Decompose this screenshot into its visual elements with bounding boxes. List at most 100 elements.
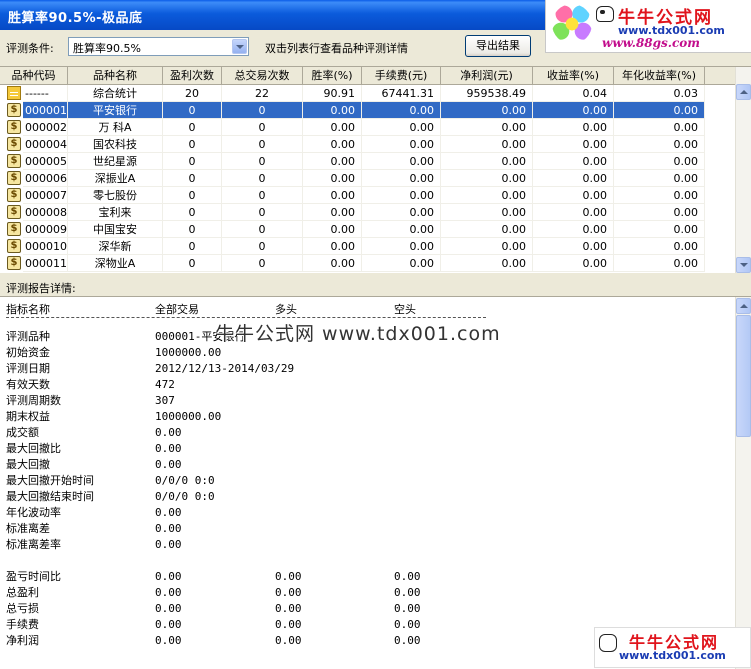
report-row: 评测日期 2012/12/13-2014/03/29	[0, 361, 735, 377]
cell-ret: 0.00	[533, 187, 614, 204]
column-header[interactable]: 盈利次数	[163, 67, 222, 84]
cell-profit: 0.00	[441, 204, 533, 221]
cell-ret: 0.00	[533, 170, 614, 187]
report-metric-name: 成交额	[6, 426, 39, 439]
cell-name: 国农科技	[68, 136, 163, 153]
cell-trades: 0	[222, 204, 303, 221]
table-row[interactable]: $000005 世纪星源 0 0 0.00 0.00 0.00 0.00 0.00	[0, 153, 705, 170]
report-metric-name: 评测品种	[6, 330, 50, 343]
cell-name: 综合统计	[68, 85, 163, 102]
logo-banner-bottom: 牛牛公式网 www.tdx001.com	[594, 627, 751, 668]
report-metric-name: 最大回撤比	[6, 442, 61, 455]
report-row: 成交额 0.00	[0, 425, 735, 441]
report-value: 0.00	[394, 618, 421, 631]
report-value: 0.00	[155, 634, 182, 647]
scroll-thumb[interactable]	[736, 315, 751, 437]
cell-ret: 0.04	[533, 85, 614, 102]
table-row[interactable]: $000009 中国宝安 0 0 0.00 0.00 0.00 0.00 0.00	[0, 221, 705, 238]
results-table[interactable]: 品种代码 品种名称 盈利次数 总交易次数 胜率(%) 手续费(元) 净利润(元) 收益率(%)…	[0, 66, 751, 273]
cell-name: 零七股份	[68, 187, 163, 204]
report-metric-name: 有效天数	[6, 378, 50, 391]
column-header[interactable]: 收益率(%)	[533, 67, 614, 84]
results-scrollbar[interactable]	[735, 67, 751, 273]
report-detail-panel[interactable]: 指标名称 全部交易 多头 空头 评测品种 000001-平安银行 初始资金 10000…	[0, 296, 751, 669]
cell-trades: 0	[222, 119, 303, 136]
cell-annual: 0.00	[614, 238, 705, 255]
cell-profit: 0.00	[441, 102, 533, 119]
report-metric-name: 最大回撤结束时间	[6, 490, 94, 503]
cell-wins: 0	[163, 170, 222, 187]
report-value: 0.00	[155, 538, 182, 551]
report-header-long: 多头	[275, 303, 297, 316]
report-row: 最大回撤比 0.00	[0, 441, 735, 457]
table-row[interactable]: $000001 平安银行 0 0 0.00 0.00 0.00 0.00 0.00	[0, 102, 705, 119]
cell-ret: 0.00	[533, 238, 614, 255]
column-header[interactable]: 总交易次数	[222, 67, 303, 84]
watermark-text: 牛牛公式网 www.tdx001.com	[215, 323, 501, 345]
table-row[interactable]: ------ 综合统计 20 22 90.91 67441.31 959538.49 0.04…	[0, 85, 705, 102]
cell-annual: 0.00	[614, 102, 705, 119]
table-row[interactable]: $000008 宝利来 0 0 0.00 0.00 0.00 0.00 0.00	[0, 204, 705, 221]
report-row: 有效天数 472	[0, 377, 735, 393]
cell-winrate: 0.00	[303, 204, 362, 221]
stock-icon: $	[7, 239, 21, 253]
report-row	[0, 553, 735, 569]
column-header[interactable]: 胜率(%)	[303, 67, 362, 84]
stock-icon: $	[7, 120, 21, 134]
report-value: 0.00	[394, 634, 421, 647]
cell-wins: 0	[163, 102, 222, 119]
cell-trades: 0	[222, 221, 303, 238]
column-header[interactable]: 品种名称	[68, 67, 163, 84]
report-value: 0.00	[155, 570, 182, 583]
report-metric-name: 总盈利	[6, 586, 39, 599]
cell-code: 000002	[23, 119, 68, 136]
cell-trades: 0	[222, 136, 303, 153]
scroll-down-button[interactable]	[736, 257, 751, 273]
report-scrollbar[interactable]	[735, 297, 751, 669]
cell-annual: 0.00	[614, 136, 705, 153]
table-row[interactable]: $000006 深振业A 0 0 0.00 0.00 0.00 0.00 0.00	[0, 170, 705, 187]
report-detail-label: 评测报告详情:	[6, 282, 76, 295]
report-metric-name: 评测周期数	[6, 394, 61, 407]
scroll-up-button[interactable]	[736, 84, 751, 100]
table-row[interactable]: $000002 万 科A 0 0 0.00 0.00 0.00 0.00 0.00	[0, 119, 705, 136]
condition-select[interactable]: 胜算率90.5%	[68, 37, 249, 56]
results-table-header: 品种代码 品种名称 盈利次数 总交易次数 胜率(%) 手续费(元) 净利润(元) 收益率(%)…	[0, 67, 735, 85]
cow-mascot-icon	[596, 6, 614, 22]
table-row[interactable]: $000011 深物业A 0 0 0.00 0.00 0.00 0.00 0.00	[0, 255, 705, 272]
report-metric-name: 期末权益	[6, 410, 50, 423]
cell-trades: 0	[222, 153, 303, 170]
report-value: 0.00	[394, 602, 421, 615]
flower-logo-icon	[552, 4, 592, 44]
cell-annual: 0.00	[614, 170, 705, 187]
report-value: 0.00	[155, 586, 182, 599]
report-row: 初始资金 1000000.00	[0, 345, 735, 361]
cell-fee: 0.00	[362, 153, 441, 170]
column-header[interactable]: 年化收益率(%)	[614, 67, 705, 84]
cell-name: 深振业A	[68, 170, 163, 187]
cell-wins: 0	[163, 153, 222, 170]
table-row[interactable]: $000007 零七股份 0 0 0.00 0.00 0.00 0.00 0.00	[0, 187, 705, 204]
cell-winrate: 0.00	[303, 102, 362, 119]
column-header[interactable]: 手续费(元)	[362, 67, 441, 84]
report-value: 0.00	[275, 602, 302, 615]
export-results-button[interactable]: 导出结果	[465, 35, 531, 57]
cell-wins: 0	[163, 136, 222, 153]
cell-ret: 0.00	[533, 136, 614, 153]
report-row: 最大回撤结束时间 0/0/0 0:0	[0, 489, 735, 505]
report-row: 期末权益 1000000.00	[0, 409, 735, 425]
report-divider	[6, 317, 486, 318]
cell-code: 000011	[23, 255, 68, 272]
cell-winrate: 0.00	[303, 153, 362, 170]
scroll-up-button[interactable]	[736, 298, 751, 314]
cell-wins: 0	[163, 221, 222, 238]
cell-ret: 0.00	[533, 255, 614, 272]
table-row[interactable]: $000004 国农科技 0 0 0.00 0.00 0.00 0.00 0.00	[0, 136, 705, 153]
chevron-down-icon[interactable]	[232, 39, 247, 54]
column-header[interactable]: 净利润(元)	[441, 67, 533, 84]
column-header[interactable]: 品种代码	[0, 67, 68, 84]
cow-mascot-icon	[599, 634, 617, 652]
report-value: 0.00	[155, 458, 182, 471]
table-row[interactable]: $000010 深华新 0 0 0.00 0.00 0.00 0.00 0.00	[0, 238, 705, 255]
cell-name: 深华新	[68, 238, 163, 255]
